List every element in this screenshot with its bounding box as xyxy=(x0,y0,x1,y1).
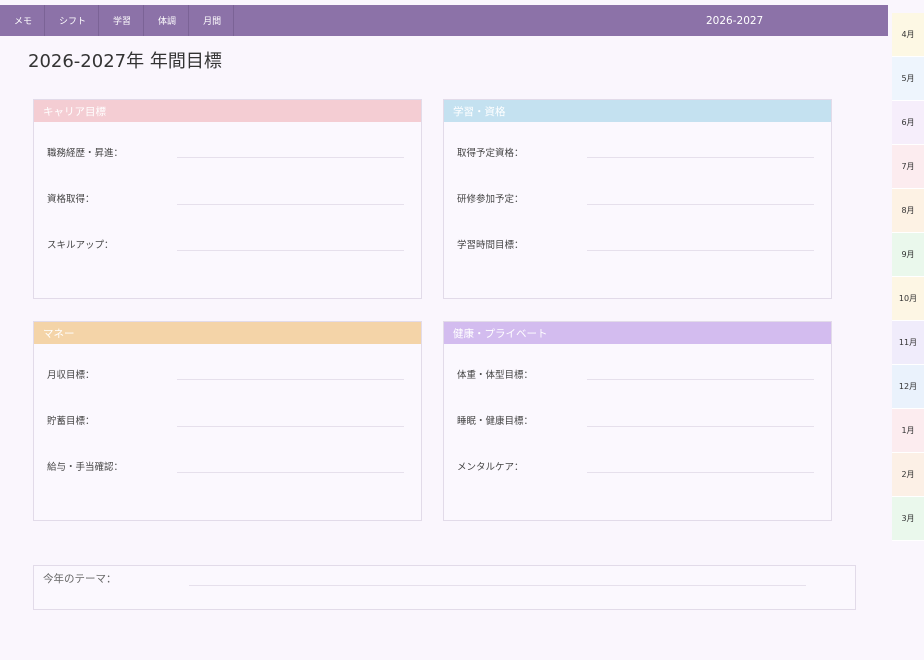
field-career-skillup-label: スキルアップ： xyxy=(47,240,114,251)
field-study-planned-cert-input[interactable] xyxy=(587,157,814,158)
field-health-mental-label: メンタルケア： xyxy=(457,462,524,473)
month-tab-mar[interactable]: 3月 xyxy=(892,497,924,541)
field-study-hours-label: 学習時間目標： xyxy=(457,240,524,251)
card-health-header: 健康・プライベート xyxy=(444,322,831,344)
nav-tab-shift[interactable]: シフト xyxy=(45,5,100,36)
field-career-certification-label: 資格取得： xyxy=(47,194,95,205)
card-study: 学習・資格 取得予定資格： 研修参加予定： 学習時間目標： xyxy=(443,99,832,299)
field-money-income-label: 月収目標： xyxy=(47,370,95,381)
theme-box: 今年のテーマ： xyxy=(33,565,856,610)
month-tab-dec[interactable]: 12月 xyxy=(892,365,924,409)
field-study-training-label: 研修参加予定： xyxy=(457,194,524,205)
card-health: 健康・プライベート 体重・体型目標： 睡眠・健康目標： メンタルケア： xyxy=(443,321,832,521)
field-health-mental-input[interactable] xyxy=(587,472,814,473)
card-career: キャリア目標 職務経歴・昇進： 資格取得： スキルアップ： xyxy=(33,99,422,299)
month-tab-aug[interactable]: 8月 xyxy=(892,189,924,233)
top-nav-bar: メモ シフト 学習 体調 月間 2026-2027 xyxy=(0,5,888,36)
theme-input[interactable] xyxy=(189,585,806,586)
year-label: 2026-2027 xyxy=(706,14,764,27)
field-career-promotion-label: 職務経歴・昇進： xyxy=(47,148,124,159)
field-health-sleep-label: 睡眠・健康目標： xyxy=(457,416,534,427)
field-study-hours-input[interactable] xyxy=(587,250,814,251)
month-tab-jun[interactable]: 6月 xyxy=(892,101,924,145)
card-career-header: キャリア目標 xyxy=(34,100,421,122)
field-money-salary-input[interactable] xyxy=(177,472,404,473)
month-tab-jul[interactable]: 7月 xyxy=(892,145,924,189)
month-tab-jan[interactable]: 1月 xyxy=(892,409,924,453)
field-health-weight-input[interactable] xyxy=(587,379,814,380)
field-money-savings-label: 貯蓄目標： xyxy=(47,416,95,427)
field-career-skillup-input[interactable] xyxy=(177,250,404,251)
card-money: マネー 月収目標： 貯蓄目標： 給与・手当確認： xyxy=(33,321,422,521)
field-money-salary-label: 給与・手当確認： xyxy=(47,462,124,473)
field-career-certification-input[interactable] xyxy=(177,204,404,205)
card-study-header: 学習・資格 xyxy=(444,100,831,122)
field-money-savings-input[interactable] xyxy=(177,426,404,427)
field-career-promotion-input[interactable] xyxy=(177,157,404,158)
nav-tab-health[interactable]: 体調 xyxy=(144,5,190,36)
month-tab-sep[interactable]: 9月 xyxy=(892,233,924,277)
theme-label: 今年のテーマ： xyxy=(43,573,117,585)
field-study-training-input[interactable] xyxy=(587,204,814,205)
card-money-header: マネー xyxy=(34,322,421,344)
month-tab-nov[interactable]: 11月 xyxy=(892,321,924,365)
month-tab-oct[interactable]: 10月 xyxy=(892,277,924,321)
field-study-planned-cert-label: 取得予定資格： xyxy=(457,148,524,159)
month-tab-apr[interactable]: 4月 xyxy=(892,13,924,57)
nav-tab-monthly[interactable]: 月間 xyxy=(189,5,235,36)
nav-tab-study[interactable]: 学習 xyxy=(99,5,145,36)
month-tabs: 4月 5月 6月 7月 8月 9月 10月 11月 12月 1月 2月 3月 xyxy=(892,13,924,541)
field-money-income-input[interactable] xyxy=(177,379,404,380)
month-tab-may[interactable]: 5月 xyxy=(892,57,924,101)
nav-tab-memo[interactable]: メモ xyxy=(0,5,46,36)
page-title: 2026-2027年 年間目標 xyxy=(28,51,222,72)
field-health-sleep-input[interactable] xyxy=(587,426,814,427)
month-tab-feb[interactable]: 2月 xyxy=(892,453,924,497)
field-health-weight-label: 体重・体型目標： xyxy=(457,370,534,381)
